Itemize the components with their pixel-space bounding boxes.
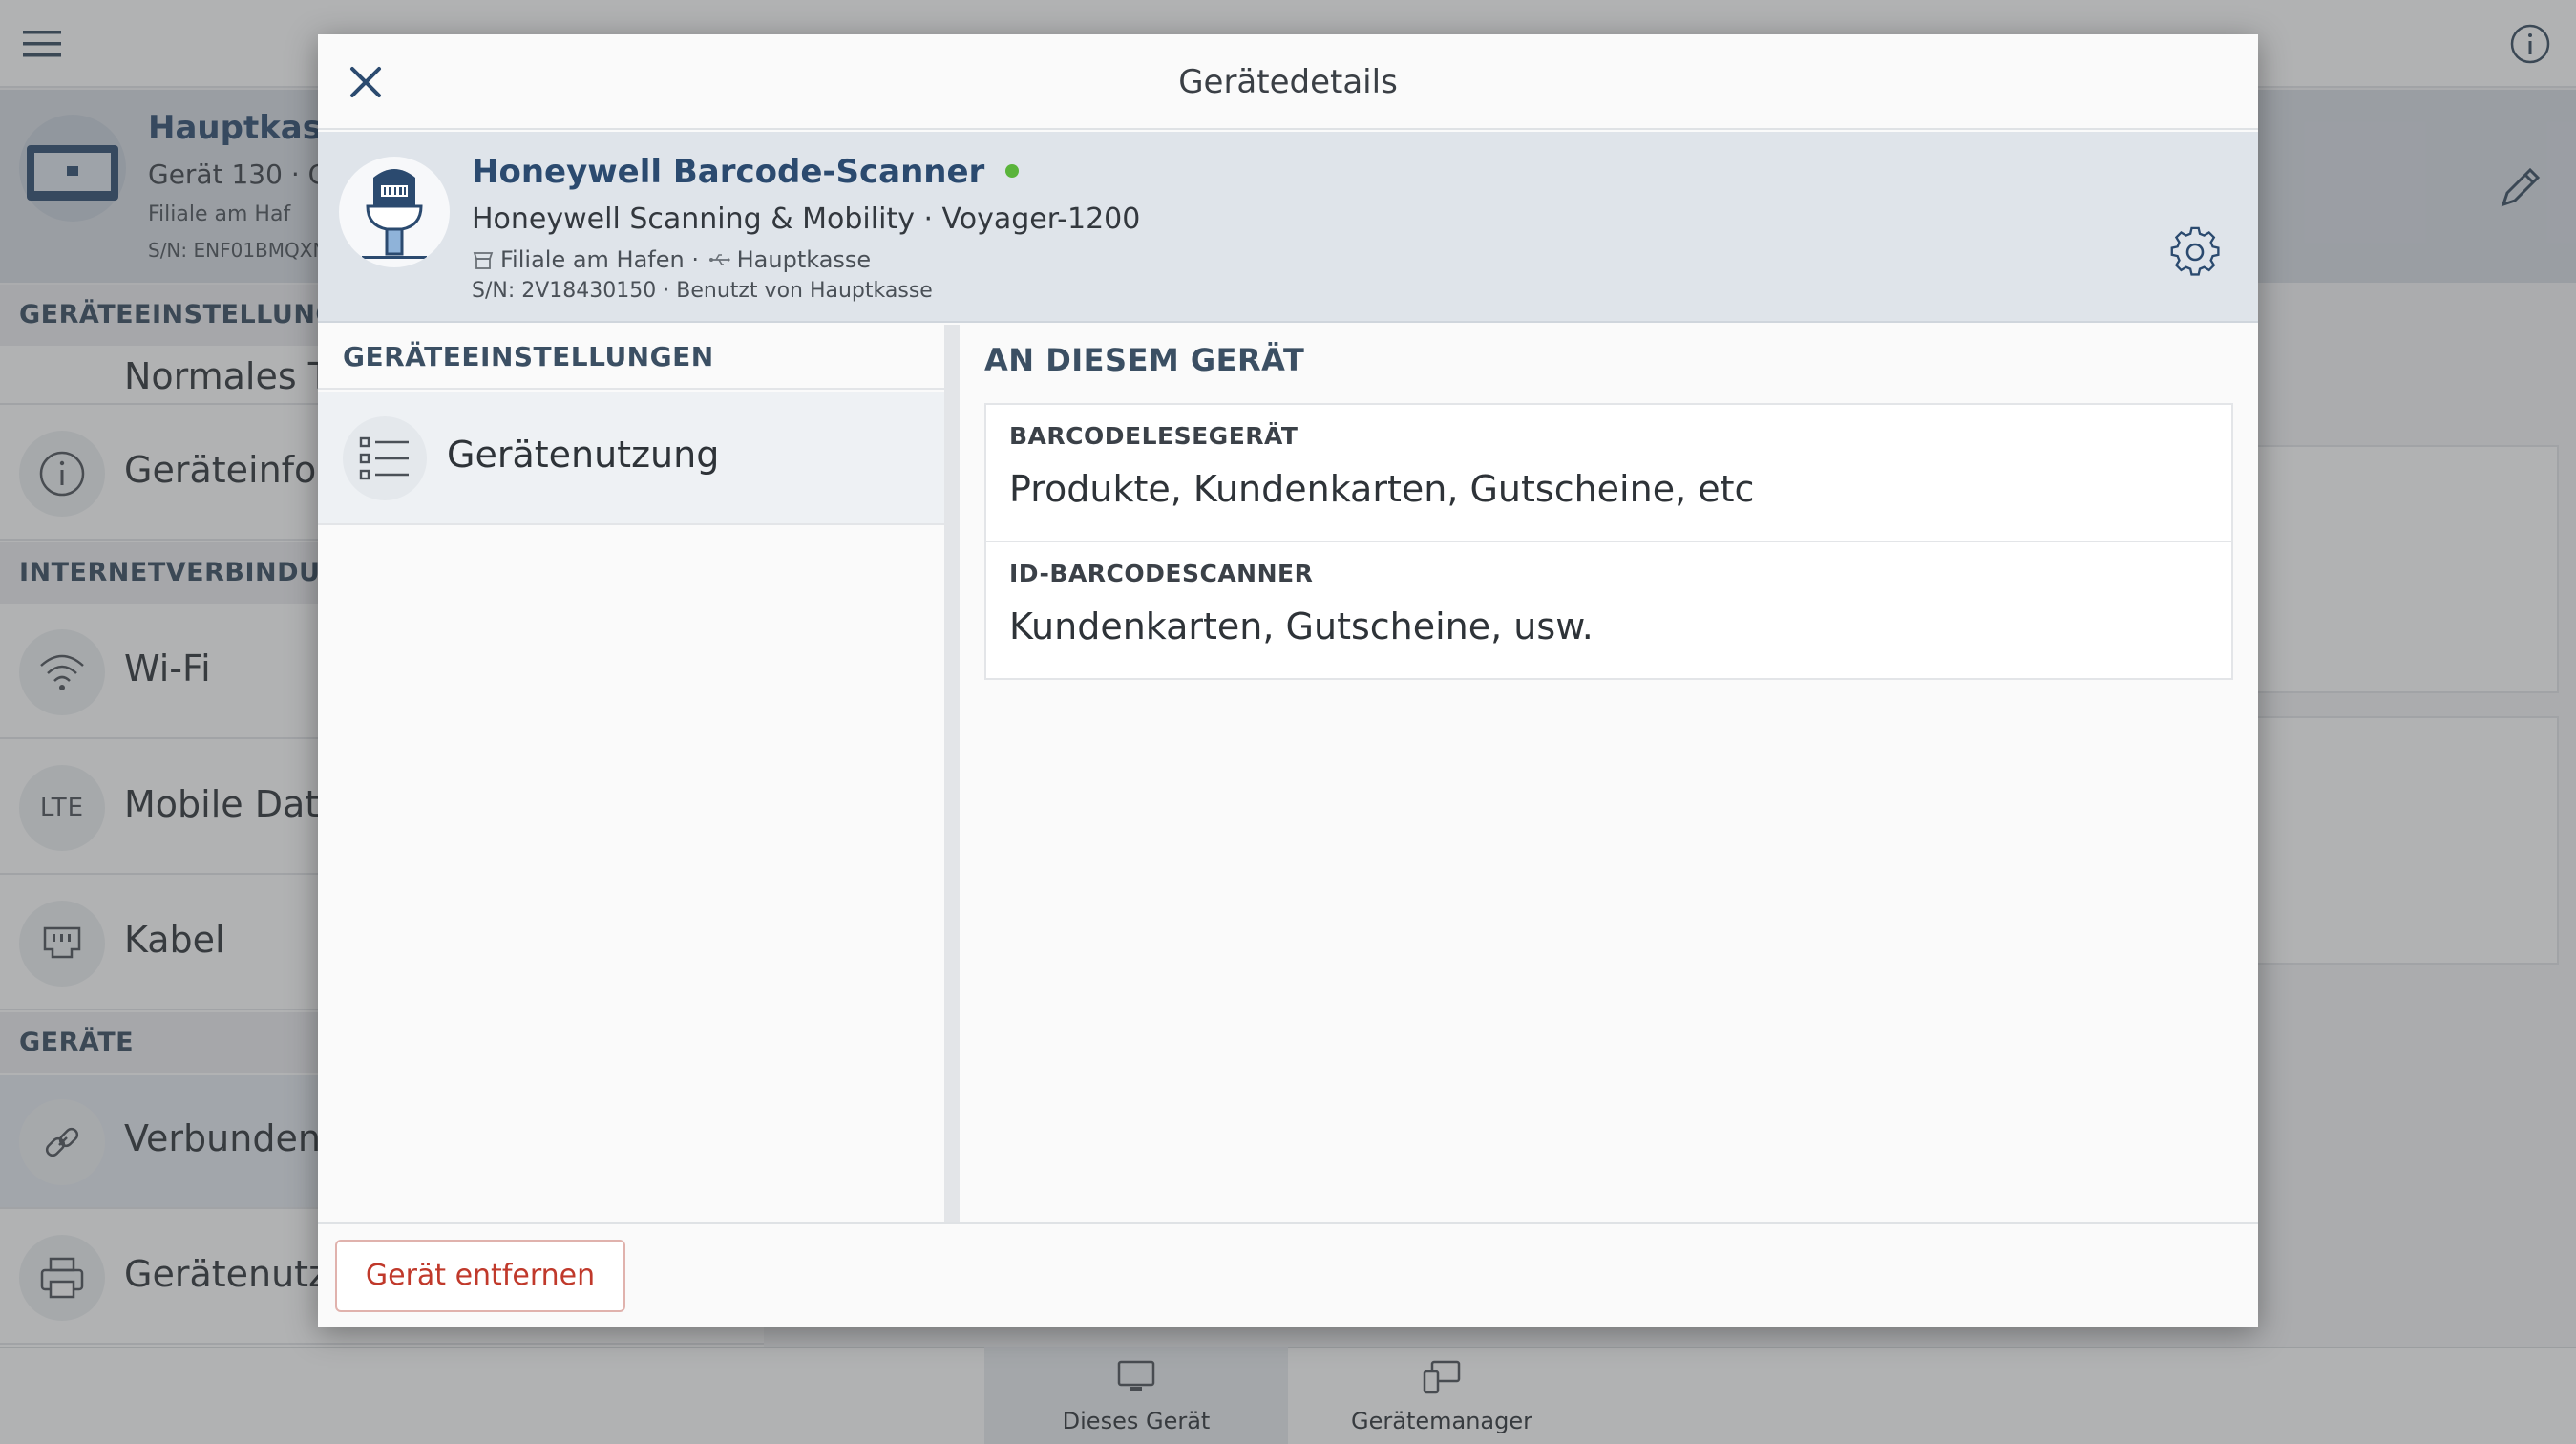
list-icon	[343, 416, 427, 500]
gear-icon[interactable]	[2168, 225, 2222, 279]
settings-column: GERÄTEEINSTELLUNGEN Gerätenutzung	[318, 325, 944, 1222]
device-name: Honeywell Barcode-Scanner	[472, 153, 1020, 191]
usage-option-label: ID-BARCODESCANNER	[1009, 560, 1314, 587]
usage-option-id-scanner[interactable]: ID-BARCODESCANNER Kundenkarten, Gutschei…	[984, 541, 2233, 680]
column-divider	[944, 325, 960, 1222]
store-icon	[472, 249, 495, 270]
device-connection-text: Hauptkasse	[736, 246, 872, 273]
usage-option-label: BARCODELESEGERÄT	[1009, 422, 1299, 450]
usage-heading: AN DIESEM GERÄT	[984, 342, 1305, 378]
modal-title: Gerätedetails	[1178, 63, 1398, 101]
device-details-modal: Gerätedetails Honeywell Barcode-Scanner …	[318, 34, 2258, 1327]
settings-heading: GERÄTEEINSTELLUNGEN	[318, 325, 944, 390]
modal-footer: Gerät entfernen	[318, 1222, 2258, 1327]
usage-column: AN DIESEM GERÄT BARCODELESEGERÄT Produkt…	[960, 325, 2258, 1222]
device-manufacturer-model: Honeywell Scanning & Mobility · Voyager-…	[472, 202, 1141, 236]
device-name-text: Honeywell Barcode-Scanner	[472, 153, 985, 191]
device-summary: Honeywell Barcode-Scanner Honeywell Scan…	[318, 132, 2258, 323]
barcode-scanner-icon	[339, 157, 450, 267]
usage-option-barcode-reader[interactable]: BARCODELESEGERÄT Produkte, Kundenkarten,…	[984, 403, 2233, 542]
device-serial-used: S/N: 2V18430150 · Benutzt von Hauptkasse	[472, 279, 933, 303]
usage-option-value: Produkte, Kundenkarten, Gutscheine, etc	[1009, 468, 1755, 510]
settings-item-usage[interactable]: Gerätenutzung	[318, 392, 944, 525]
device-location-line: Filiale am Hafen · Hauptkasse	[472, 246, 871, 273]
usb-icon	[708, 253, 731, 266]
device-location-text: Filiale am Hafen	[500, 246, 685, 273]
settings-item-label: Gerätenutzung	[447, 434, 720, 476]
modal-header: Gerätedetails	[318, 34, 2258, 130]
separator: ·	[684, 246, 707, 273]
usage-option-value: Kundenkarten, Gutscheine, usw.	[1009, 605, 1594, 648]
online-status-dot	[1005, 163, 1020, 178]
close-icon[interactable]	[347, 63, 385, 101]
remove-device-button[interactable]: Gerät entfernen	[335, 1240, 625, 1312]
